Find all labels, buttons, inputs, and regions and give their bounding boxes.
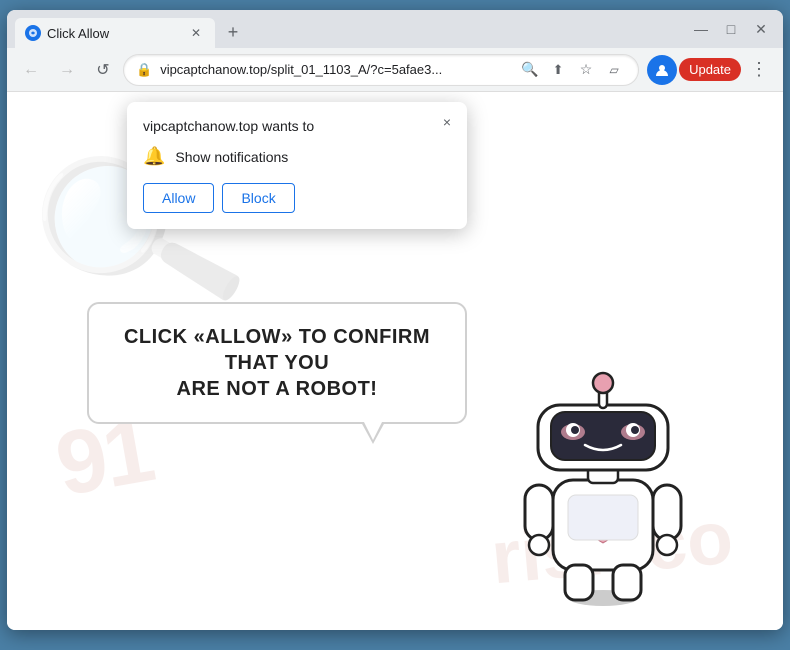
nav-right-actions: Update ⋮ — [647, 54, 775, 86]
block-button[interactable]: Block — [222, 183, 294, 213]
forward-button[interactable]: → — [51, 54, 83, 86]
bubble-text-line2: ARE NOT A ROBOT! — [113, 376, 441, 402]
page-content: 🔍 91 risk.co × vipcaptchanow.top wants t… — [7, 92, 783, 630]
back-button[interactable]: ← — [15, 54, 47, 86]
robot-character — [503, 350, 703, 600]
bookmark-icon[interactable]: ☆ — [574, 58, 598, 82]
chrome-menu-button[interactable]: ⋮ — [743, 54, 775, 86]
title-bar: Click Allow ✕ + — □ ✕ — [7, 10, 783, 48]
window-controls: — □ ✕ — [687, 15, 775, 43]
robot-svg — [503, 350, 703, 610]
share-icon[interactable]: ⬆ — [546, 58, 570, 82]
speech-bubble: CLICK «ALLOW» TO CONFIRM THAT YOU ARE NO… — [87, 302, 467, 424]
close-window-button[interactable]: ✕ — [747, 15, 775, 43]
navigation-bar: ← → ↺ 🔒 vipcaptchanow.top/split_01_1103_… — [7, 48, 783, 92]
tab-close-button[interactable]: ✕ — [187, 24, 205, 42]
popup-title: vipcaptchanow.top wants to — [143, 118, 451, 134]
refresh-button[interactable]: ↺ — [87, 54, 119, 86]
address-actions: 🔍 ⬆ ☆ ▱ — [518, 58, 626, 82]
tab-strip: Click Allow ✕ + — [15, 10, 687, 48]
popup-actions: Allow Block — [143, 183, 451, 213]
maximize-button[interactable]: □ — [717, 15, 745, 43]
popup-close-button[interactable]: × — [437, 112, 457, 132]
popup-permission: 🔔 Show notifications — [143, 146, 451, 167]
new-tab-button[interactable]: + — [219, 18, 247, 46]
search-icon[interactable]: 🔍 — [518, 58, 542, 82]
tab-favicon — [25, 25, 41, 41]
bubble-text-line1: CLICK «ALLOW» TO CONFIRM THAT YOU — [113, 324, 441, 376]
minimize-button[interactable]: — — [687, 15, 715, 43]
update-button[interactable]: Update — [679, 58, 741, 81]
permission-label: Show notifications — [175, 149, 288, 165]
profile-button[interactable] — [647, 55, 677, 85]
browser-window: Click Allow ✕ + — □ ✕ ← → ↺ 🔒 vipcaptcha… — [7, 10, 783, 630]
bell-icon: 🔔 — [143, 146, 165, 167]
split-view-icon[interactable]: ▱ — [602, 58, 626, 82]
lock-icon: 🔒 — [136, 62, 152, 78]
address-bar[interactable]: 🔒 vipcaptchanow.top/split_01_1103_A/?c=5… — [123, 54, 639, 86]
tab-title: Click Allow — [47, 26, 181, 41]
allow-button[interactable]: Allow — [143, 183, 214, 213]
notification-popup: × vipcaptchanow.top wants to 🔔 Show noti… — [127, 102, 467, 229]
url-text: vipcaptchanow.top/split_01_1103_A/?c=5af… — [160, 62, 510, 77]
active-tab[interactable]: Click Allow ✕ — [15, 18, 215, 48]
